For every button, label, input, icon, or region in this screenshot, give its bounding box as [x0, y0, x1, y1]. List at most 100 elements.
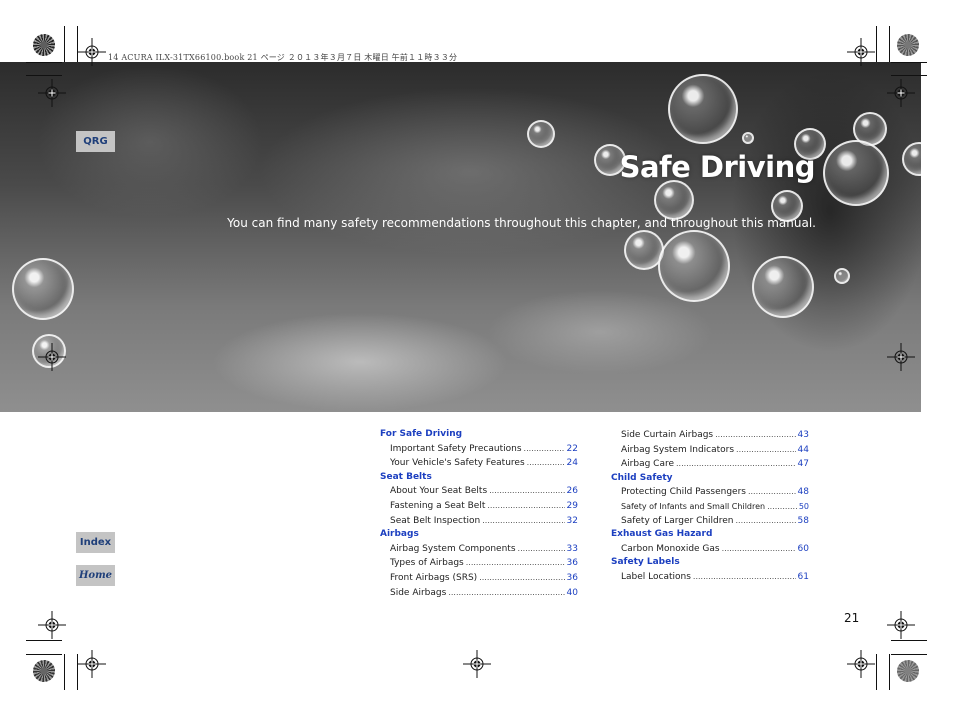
toc-entry[interactable]: Side Airbags 40 [380, 586, 578, 601]
crop-line [891, 62, 927, 63]
toc-entry-label: Front Airbags (SRS) [390, 572, 478, 583]
toc-entry[interactable]: Label Locations 61 [611, 570, 809, 585]
color-target-icon [33, 660, 55, 682]
toc-leader-dots [479, 571, 564, 585]
toc-leader-dots [676, 457, 796, 471]
toc-entry-label: Protecting Child Passengers [621, 487, 746, 498]
toc-entry[interactable]: Airbag System Indicators 44 [611, 443, 809, 458]
registration-mark-icon [887, 611, 915, 639]
toc-leader-dots [736, 443, 796, 457]
crop-line [77, 654, 78, 690]
bubble-decoration [834, 268, 850, 284]
bubble-decoration [658, 230, 730, 302]
toc-section-heading[interactable]: For Safe Driving [380, 428, 578, 442]
crop-line [26, 640, 62, 641]
bubble-decoration [742, 132, 754, 144]
crop-line [891, 640, 927, 641]
toc-entry[interactable]: Important Safety Precautions 22 [380, 442, 578, 457]
toc-entry[interactable]: Safety of Infants and Small Children 50 [611, 500, 809, 514]
toc-entry-label: Your Vehicle's Safety Features [390, 458, 525, 469]
toc-entry[interactable]: Front Airbags (SRS) 36 [380, 571, 578, 586]
crop-line [889, 26, 890, 62]
toc-section-heading[interactable]: Seat Belts [380, 471, 578, 485]
toc-page-link[interactable]: 40 [567, 587, 578, 601]
color-target-icon [897, 34, 919, 56]
toc-entry[interactable]: Side Curtain Airbags 43 [611, 428, 809, 443]
toc-entry-label: Fastening a Seat Belt [390, 500, 486, 511]
crop-line [876, 654, 877, 690]
toc-leader-dots [693, 570, 796, 584]
bubble-decoration [823, 140, 889, 206]
chapter-intro: You can find many safety recommendations… [227, 216, 816, 230]
toc-entry-label: Airbag System Indicators [621, 444, 735, 455]
crop-line [891, 75, 927, 76]
color-target-icon [897, 660, 919, 682]
toc-entry[interactable]: Carbon Monoxide Gas 60 [611, 542, 809, 557]
toc-entry[interactable]: Your Vehicle's Safety Features 24 [380, 456, 578, 471]
toc-page-link[interactable]: 48 [798, 486, 809, 500]
bubble-decoration [668, 74, 738, 144]
toc-page-link[interactable]: 44 [798, 444, 809, 458]
registration-mark-icon [887, 79, 915, 107]
toc-entry[interactable]: Seat Belt Inspection 32 [380, 514, 578, 529]
toc-entry[interactable]: Airbag Care 47 [611, 457, 809, 472]
toc-leader-dots [482, 514, 564, 528]
toc-entry[interactable]: Airbag System Components 33 [380, 542, 578, 557]
toc-page-link[interactable]: 60 [798, 543, 809, 557]
toc-page-link[interactable]: 33 [567, 543, 578, 557]
toc-entry[interactable]: Fastening a Seat Belt 29 [380, 499, 578, 514]
toc-leader-dots [489, 484, 564, 498]
toc-page-link[interactable]: 26 [567, 485, 578, 499]
qrg-button[interactable]: QRG [76, 131, 115, 152]
registration-mark-icon [38, 611, 66, 639]
page-number: 21 [844, 611, 860, 625]
toc-page-link[interactable]: 29 [567, 500, 578, 514]
toc-leader-dots [748, 485, 796, 499]
crop-line [26, 62, 62, 63]
toc-section-heading[interactable]: Airbags [380, 528, 578, 542]
toc-section-heading[interactable]: Child Safety [611, 472, 809, 486]
toc-leader-dots [715, 428, 795, 442]
toc-entry[interactable]: Types of Airbags 36 [380, 556, 578, 571]
toc-page-link[interactable]: 50 [799, 500, 809, 514]
home-button[interactable]: Home [76, 565, 115, 586]
toc-page-link[interactable]: 32 [567, 515, 578, 529]
registration-mark-icon [847, 650, 875, 678]
toc-page-link[interactable]: 36 [567, 572, 578, 586]
toc-leader-dots [524, 442, 565, 456]
toc-leader-dots [722, 542, 796, 556]
crop-line [891, 654, 927, 655]
toc-page-link[interactable]: 61 [798, 571, 809, 585]
toc-entry[interactable]: Safety of Larger Children 58 [611, 514, 809, 529]
toc-entry[interactable]: About Your Seat Belts 26 [380, 484, 578, 499]
toc-page-link[interactable]: 36 [567, 557, 578, 571]
toc-section-heading[interactable]: Safety Labels [611, 556, 809, 570]
registration-mark-icon [38, 79, 66, 107]
toc-entry-label: Seat Belt Inspection [390, 515, 481, 526]
color-target-icon [33, 34, 55, 56]
crop-line [26, 75, 62, 76]
toc-entry-label: Airbag Care [621, 459, 674, 470]
toc-entry-label: Side Curtain Airbags [621, 430, 714, 440]
toc-page-link[interactable]: 43 [798, 429, 809, 443]
toc-entry-label: Side Airbags [390, 587, 447, 598]
toc-page-link[interactable]: 24 [567, 457, 578, 471]
toc-entry-label: Important Safety Precautions [390, 443, 522, 454]
toc-entry-label: Safety of Larger Children [621, 515, 734, 526]
toc-entry[interactable]: Protecting Child Passengers 48 [611, 485, 809, 500]
toc-leader-dots [466, 556, 565, 570]
toc-entry-label: Types of Airbags [390, 558, 464, 569]
toc-leader-dots [736, 514, 796, 528]
toc-page-link[interactable]: 47 [798, 458, 809, 472]
bubble-decoration [527, 120, 555, 148]
registration-mark-icon [463, 650, 491, 678]
index-button[interactable]: Index [76, 532, 115, 553]
chapter-banner: Safe Driving You can find many safety re… [0, 62, 921, 412]
toc-section-heading[interactable]: Exhaust Gas Hazard [611, 528, 809, 542]
registration-mark-icon [887, 343, 915, 371]
toc-page-link[interactable]: 22 [567, 443, 578, 457]
registration-mark-icon [78, 650, 106, 678]
toc-page-link[interactable]: 58 [798, 515, 809, 529]
chapter-title: Safe Driving [619, 150, 816, 184]
crop-line [26, 654, 62, 655]
